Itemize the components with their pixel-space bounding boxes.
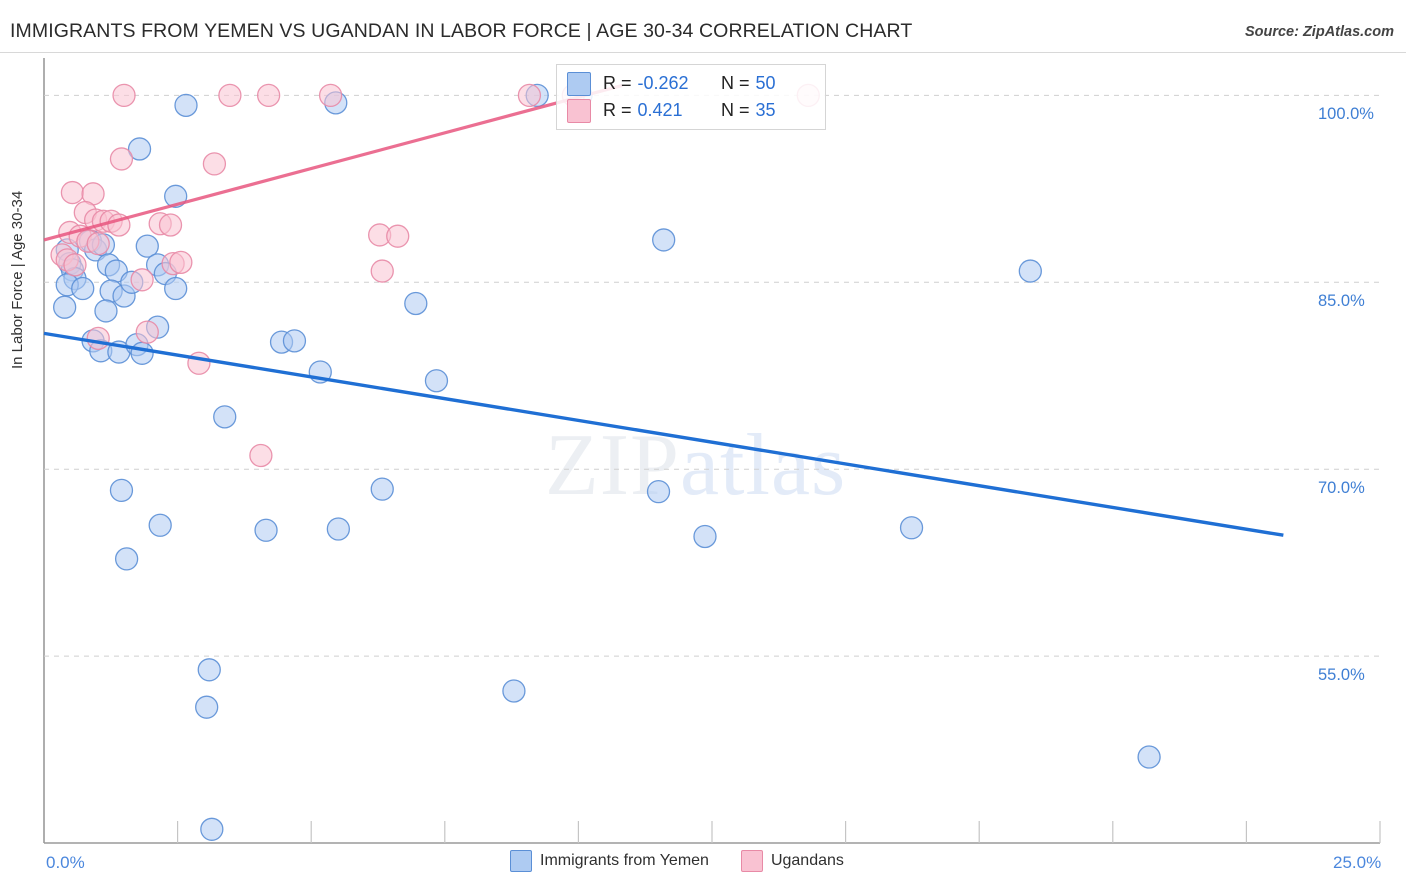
stats-r-value-pink: 0.421 [637, 100, 683, 120]
data-point [502, 679, 526, 703]
stats-r-value-blue: -0.262 [637, 73, 689, 93]
stats-n-value-pink: 35 [755, 100, 776, 120]
data-point [169, 250, 193, 275]
data-point [693, 524, 717, 549]
data-point [254, 518, 278, 542]
data-point [53, 295, 77, 319]
data-point [195, 695, 219, 719]
y-axis-tick-label: 70.0% [1318, 479, 1365, 498]
stats-r-key: R = [603, 73, 632, 93]
blue-swatch-icon [567, 71, 591, 96]
data-point [899, 516, 924, 540]
data-point [249, 443, 273, 468]
legend-item-yemen[interactable]: Immigrants from Yemen [510, 850, 709, 872]
data-point [109, 478, 134, 503]
stats-n-key: N = [721, 73, 750, 93]
stats-n-value-blue: 50 [755, 73, 776, 93]
y-axis-tick-label: 55.0% [1318, 666, 1365, 685]
data-point [370, 259, 394, 283]
data-point [318, 83, 343, 108]
legend-label-yemen: Immigrants from Yemen [540, 852, 709, 869]
data-point [197, 658, 221, 682]
data-point [200, 817, 224, 841]
data-point [135, 320, 159, 344]
data-point [424, 369, 449, 393]
data-point [164, 276, 188, 301]
series-immigrants-from-yemen [53, 83, 1161, 841]
data-point [112, 83, 136, 108]
y-axis-tick-label: 85.0% [1318, 292, 1365, 311]
correlation-chart: IMMIGRANTS FROM YEMEN VS UGANDAN IN LABO… [0, 0, 1406, 892]
data-point [187, 351, 211, 375]
data-point [1137, 745, 1161, 769]
data-point [370, 477, 394, 501]
data-point [1018, 259, 1042, 283]
data-point [86, 232, 110, 256]
data-point [517, 83, 542, 108]
data-point [282, 329, 307, 353]
plot-area [43, 58, 1381, 844]
y-axis-tick-label: 100.0% [1318, 105, 1374, 124]
data-point [174, 93, 198, 117]
data-point [218, 83, 242, 108]
pink-swatch-icon [567, 98, 591, 123]
data-point [202, 152, 227, 176]
chart-legend: Immigrants from Yemen Ugandans [510, 850, 844, 872]
x-axis-min-label: 0.0% [46, 853, 85, 872]
stats-n-key: N = [721, 100, 750, 120]
data-point [86, 326, 110, 351]
legend-blue-swatch-icon [510, 850, 532, 872]
data-point [130, 268, 154, 292]
data-point [148, 513, 172, 537]
stats-r-key: R = [603, 100, 632, 120]
stats-row-ugandans: R = 0.421 N = 35 [567, 97, 815, 124]
legend-pink-swatch-icon [740, 850, 763, 872]
data-point [60, 180, 85, 205]
data-point [213, 405, 237, 429]
data-point [646, 479, 671, 504]
data-point [158, 213, 183, 237]
data-point [326, 517, 351, 541]
stats-row-yemen: R = -0.262 N = 50 [567, 70, 815, 97]
data-point [63, 253, 87, 277]
legend-label-ugandans: Ugandans [770, 852, 844, 869]
data-point [71, 276, 95, 301]
correlation-stats-box: R = -0.262 N = 50 R = 0.421 N = 35 [556, 64, 826, 130]
legend-item-ugandans[interactable]: Ugandans [740, 850, 844, 872]
data-point [652, 228, 676, 252]
trendline-yemen [43, 331, 1284, 537]
data-point [114, 547, 139, 571]
data-point [386, 224, 410, 248]
data-point [109, 147, 134, 171]
data-point [256, 83, 281, 108]
x-axis-max-label: 25.0% [1333, 853, 1382, 872]
data-point [130, 341, 154, 365]
data-point [94, 299, 118, 323]
data-point [404, 291, 428, 316]
